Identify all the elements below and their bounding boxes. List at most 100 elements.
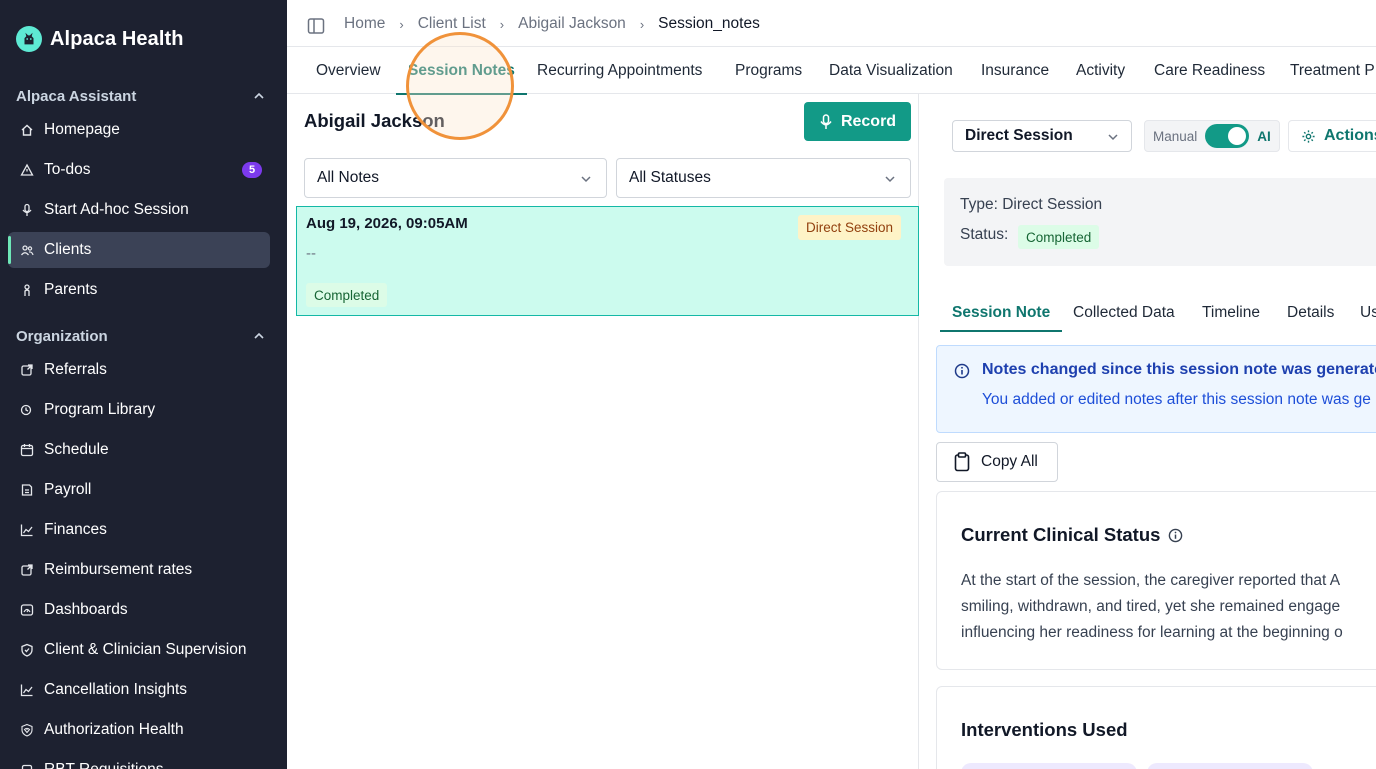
tab-overview[interactable]: Overview <box>316 47 381 94</box>
breadcrumb-current: Session_notes <box>658 15 760 32</box>
sidebar-toggle-icon[interactable] <box>307 17 325 35</box>
section-label: Alpaca Assistant <box>16 87 137 105</box>
copy-all-button[interactable]: Copy All <box>936 442 1058 482</box>
sidebar-item-cancellation-insights[interactable]: Cancellation Insights <box>8 672 270 708</box>
tab-programs[interactable]: Programs <box>735 47 802 94</box>
tab-recurring-appointments[interactable]: Recurring Appointments <box>537 47 702 94</box>
breadcrumb-client[interactable]: Abigail Jackson <box>518 15 626 33</box>
sidebar-item-client-clinician-supervision[interactable]: Client & Clinician Supervision <box>8 632 270 668</box>
subtab-session-note[interactable]: Session Note <box>939 294 1063 332</box>
card-title: Interventions Used <box>961 719 1128 741</box>
tab-treatment-plan[interactable]: Treatment P <box>1290 47 1375 94</box>
sidebar-item-to-dos[interactable]: To-dos 5 <box>8 152 270 188</box>
actions-button-label: Actions <box>1324 127 1376 144</box>
sidebar-item-program-library[interactable]: Program Library <box>8 392 270 428</box>
intervention-chip <box>1147 763 1313 769</box>
section-label: Organization <box>16 327 108 345</box>
mode-ai-label: AI <box>1257 128 1271 144</box>
clipboard-icon <box>20 763 34 769</box>
tab-session-notes[interactable]: Session Notes <box>396 47 527 95</box>
status-label: Status: <box>960 226 1009 243</box>
clinical-status-line: smiling, withdrawn, and tired, yet she r… <box>961 598 1341 615</box>
sidebar-item-payroll[interactable]: Payroll <box>8 472 270 508</box>
ai-mode-toggle[interactable] <box>1205 124 1250 148</box>
todo-count-badge: 5 <box>242 162 262 178</box>
chevron-right-icon: › <box>499 16 505 32</box>
sidebar-item-label: Reimbursement rates <box>44 561 193 578</box>
info-icon[interactable] <box>1168 528 1183 543</box>
sidebar-item-dashboards[interactable]: Dashboards <box>8 592 270 628</box>
sidebar-item-finances[interactable]: Finances <box>8 512 270 548</box>
sidebar-item-rbt-requisitions[interactable]: RBT Requisitions <box>8 752 270 769</box>
session-info-box: Type: Direct Session Status: Completed <box>944 178 1376 266</box>
sidebar-item-label: RBT Requisitions <box>44 761 163 769</box>
chevron-down-icon <box>581 176 591 183</box>
record-button[interactable]: Record <box>804 102 911 141</box>
session-note-card[interactable]: Aug 19, 2026, 09:05AM -- Direct Session … <box>296 206 919 316</box>
chevron-right-icon: › <box>639 16 645 32</box>
session-type-text: Type: Direct Session <box>960 196 1103 213</box>
microphone-icon <box>820 113 832 129</box>
sidebar-item-schedule[interactable]: Schedule <box>8 432 270 468</box>
sidebar-item-label: Authorization Health <box>44 721 184 738</box>
section-alpaca-assistant[interactable]: Alpaca Assistant <box>16 84 266 108</box>
actions-button[interactable]: Actions <box>1288 120 1376 152</box>
sidebar-item-clients[interactable]: Clients <box>8 232 270 268</box>
session-type-select[interactable]: Direct Session <box>952 120 1132 152</box>
alpaca-logo-icon <box>16 26 42 52</box>
brand[interactable]: Alpaca Health <box>16 24 184 54</box>
session-type-value: Direct Session <box>965 127 1073 144</box>
tab-data-visualization[interactable]: Data Visualization <box>829 47 953 94</box>
users-icon <box>20 243 34 257</box>
interventions-card: Interventions Used <box>936 686 1376 769</box>
subtab-timeline[interactable]: Timeline <box>1202 294 1260 332</box>
subtab-details[interactable]: Details <box>1287 294 1334 332</box>
tab-activity[interactable]: Activity <box>1076 47 1125 94</box>
copy-all-label: Copy All <box>981 453 1038 470</box>
sidebar-item-label: Referrals <box>44 361 107 378</box>
top-bar: Home › Client List › Abigail Jackson › S… <box>287 0 1376 47</box>
sidebar-item-start-ad-hoc-session[interactable]: Start Ad-hoc Session <box>8 192 270 228</box>
status-filter-select[interactable]: All Statuses <box>616 158 911 198</box>
sidebar-item-parents[interactable]: Parents <box>8 272 270 308</box>
chevron-down-icon <box>885 176 895 183</box>
session-notes-list-pane: Abigail Jackson Record All Notes All Sta… <box>287 94 919 769</box>
status-badge: Completed <box>1018 225 1100 249</box>
notes-filter-select[interactable]: All Notes <box>304 158 607 198</box>
breadcrumb-home[interactable]: Home <box>344 15 385 33</box>
gauge-icon <box>20 603 34 617</box>
note-subtabs: Session Note Collected Data Timeline Det… <box>939 294 1376 332</box>
chevron-right-icon: › <box>399 16 404 32</box>
session-note-detail-pane: Direct Session Manual AI Actions Type: D… <box>920 94 1376 769</box>
home-icon <box>20 123 34 137</box>
chevron-up-icon <box>254 332 264 339</box>
record-button-label: Record <box>840 112 897 130</box>
breadcrumb-client-list[interactable]: Client List <box>418 15 486 33</box>
sidebar-item-referrals[interactable]: Referrals <box>8 352 270 388</box>
notes-filter-value: All Notes <box>317 169 380 186</box>
tab-insurance[interactable]: Insurance <box>981 47 1049 94</box>
subtab-us[interactable]: Us <box>1360 294 1376 332</box>
sidebar-item-homepage[interactable]: Homepage <box>8 112 270 148</box>
sidebar: Alpaca Health Alpaca Assistant Homepage … <box>0 0 287 769</box>
sidebar-item-label: Start Ad-hoc Session <box>44 201 189 218</box>
section-organization[interactable]: Organization <box>16 324 266 348</box>
tab-care-readiness[interactable]: Care Readiness <box>1154 47 1265 94</box>
sidebar-item-authorization-health[interactable]: Authorization Health <box>8 712 270 748</box>
sidebar-item-reimbursement-rates[interactable]: Reimbursement rates <box>8 552 270 588</box>
sidebar-item-label: Finances <box>44 521 107 538</box>
mode-switch: Manual AI <box>1144 120 1280 152</box>
clinical-status-card: Current Clinical Status At the start of … <box>936 491 1376 670</box>
interventions-title: Interventions Used <box>961 719 1128 740</box>
chevron-down-icon <box>1108 134 1118 141</box>
notes-changed-alert: Notes changed since this session note wa… <box>936 345 1376 433</box>
sidebar-item-label: Payroll <box>44 481 92 498</box>
library-icon <box>20 403 34 417</box>
note-date: Aug 19, 2026, 09:05AM <box>306 215 468 232</box>
alert-text: You added or edited notes after this ses… <box>982 391 1371 408</box>
subtab-collected-data[interactable]: Collected Data <box>1073 294 1175 332</box>
alert-title: Notes changed since this session note wa… <box>982 361 1376 378</box>
app-root: Alpaca Health Alpaca Assistant Homepage … <box>0 0 1376 769</box>
client-name-heading: Abigail Jackson <box>304 110 445 131</box>
info-icon <box>954 363 970 379</box>
